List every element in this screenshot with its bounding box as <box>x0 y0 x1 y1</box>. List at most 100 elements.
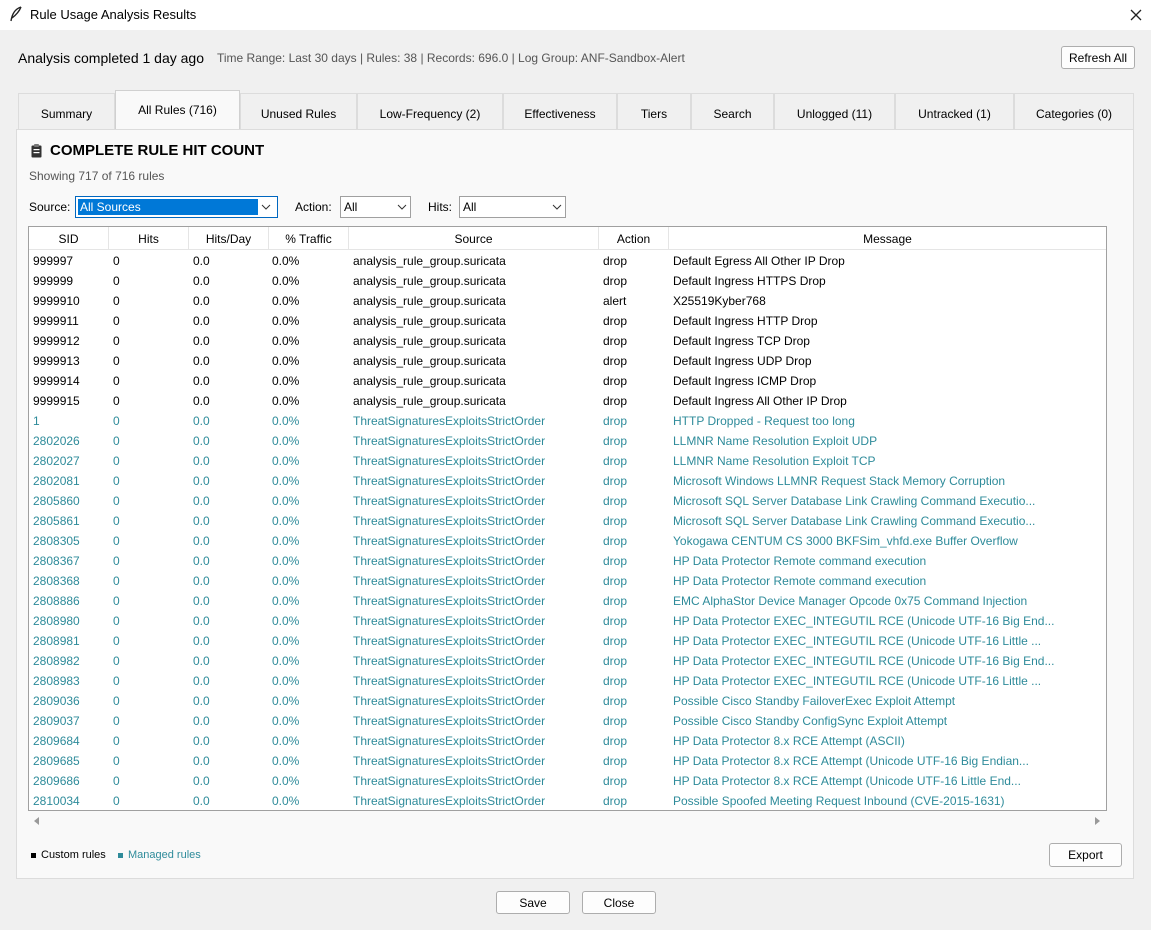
cell-hits-per-day: 0.0 <box>193 374 210 388</box>
table-row[interactable]: 999997 0 0.0 0.0% analysis_rule_group.surica… <box>29 251 1106 271</box>
rules-table[interactable]: SID Hits Hits/Day % Traffic Source Actio… <box>28 226 1107 811</box>
tab-untracked[interactable]: Untracked (1) <box>895 93 1014 129</box>
save-button[interactable]: Save <box>496 891 570 914</box>
table-row[interactable]: 2808980 0 0.0 0.0% ThreatSignaturesExploitsS… <box>29 611 1106 631</box>
window-close-button[interactable] <box>1120 0 1151 30</box>
tab-summary[interactable]: Summary <box>18 93 115 129</box>
cell-hits-per-day: 0.0 <box>193 674 210 688</box>
cell-source: ThreatSignaturesExploitsStrictOrder <box>353 514 546 528</box>
cell-action: drop <box>603 434 628 448</box>
cell-traffic: 0.0% <box>272 654 300 668</box>
export-button[interactable]: Export <box>1049 843 1122 867</box>
window-title: Rule Usage Analysis Results <box>30 7 197 22</box>
cell-sid: 2802081 <box>33 474 80 488</box>
column-header-hits-per-day[interactable]: Hits/Day <box>189 227 269 250</box>
scroll-right-icon[interactable] <box>1093 817 1101 825</box>
cell-action: drop <box>603 254 628 268</box>
table-row[interactable]: 9999915 0 0.0 0.0% analysis_rule_group.suric… <box>29 391 1106 411</box>
table-row[interactable]: 2808368 0 0.0 0.0% ThreatSignaturesExploitsS… <box>29 571 1106 591</box>
table-row[interactable]: 2809036 0 0.0 0.0% ThreatSignaturesExploitsS… <box>29 691 1106 711</box>
cell-hits-per-day: 0.0 <box>193 394 210 408</box>
cell-hits: 0 <box>113 494 120 508</box>
cell-sid: 2809036 <box>33 694 80 708</box>
cell-traffic: 0.0% <box>272 634 300 648</box>
cell-hits: 0 <box>113 474 120 488</box>
table-row[interactable]: 2808367 0 0.0 0.0% ThreatSignaturesExploitsS… <box>29 551 1106 571</box>
column-header-action[interactable]: Action <box>599 227 669 250</box>
analysis-meta: Time Range: Last 30 days | Rules: 38 | R… <box>217 51 685 65</box>
cell-source: ThreatSignaturesExploitsStrictOrder <box>353 434 546 448</box>
tab-search[interactable]: Search <box>691 93 774 129</box>
tab-categories[interactable]: Categories (0) <box>1014 93 1134 129</box>
tab-all-rules[interactable]: All Rules (716) <box>115 90 240 129</box>
table-row[interactable]: 2809684 0 0.0 0.0% ThreatSignaturesExploitsS… <box>29 731 1106 751</box>
cell-sid: 9999913 <box>33 354 80 368</box>
cell-source: ThreatSignaturesExploitsStrictOrder <box>353 414 546 428</box>
source-filter-select[interactable]: All Sources <box>75 196 278 218</box>
table-row[interactable]: 2802081 0 0.0 0.0% ThreatSignaturesExploitsS… <box>29 471 1106 491</box>
cell-hits-per-day: 0.0 <box>193 594 210 608</box>
table-row[interactable]: 9999910 0 0.0 0.0% analysis_rule_group.suric… <box>29 291 1106 311</box>
cell-action: drop <box>603 734 628 748</box>
column-header-message[interactable]: Message <box>669 227 1106 250</box>
hits-filter-select[interactable]: All <box>459 196 566 218</box>
refresh-all-button[interactable]: Refresh All <box>1061 46 1135 69</box>
table-row[interactable]: 2805860 0 0.0 0.0% ThreatSignaturesExploitsS… <box>29 491 1106 511</box>
table-row[interactable]: 2805861 0 0.0 0.0% ThreatSignaturesExploitsS… <box>29 511 1106 531</box>
table-row[interactable]: 2810034 0 0.0 0.0% ThreatSignaturesExploitsS… <box>29 791 1106 810</box>
cell-hits-per-day: 0.0 <box>193 354 210 368</box>
cell-sid: 2809686 <box>33 774 80 788</box>
cell-traffic: 0.0% <box>272 794 300 808</box>
legend-custom-label: Custom rules <box>41 849 106 861</box>
cell-hits: 0 <box>113 294 120 308</box>
cell-hits: 0 <box>113 274 120 288</box>
table-header: SID Hits Hits/Day % Traffic Source Actio… <box>29 227 1106 250</box>
action-filter-select[interactable]: All <box>340 196 411 218</box>
table-row[interactable]: 2808305 0 0.0 0.0% ThreatSignaturesExploitsS… <box>29 531 1106 551</box>
table-row[interactable]: 9999911 0 0.0 0.0% analysis_rule_group.suric… <box>29 311 1106 331</box>
table-row[interactable]: 2808983 0 0.0 0.0% ThreatSignaturesExploitsS… <box>29 671 1106 691</box>
table-row[interactable]: 2802027 0 0.0 0.0% ThreatSignaturesExploitsS… <box>29 451 1106 471</box>
close-button[interactable]: Close <box>582 891 656 914</box>
tab-effectiveness[interactable]: Effectiveness <box>503 93 617 129</box>
table-row[interactable]: 1 0 0.0 0.0% ThreatSignaturesExploitsStrictO… <box>29 411 1106 431</box>
cell-action: drop <box>603 654 628 668</box>
column-header-traffic[interactable]: % Traffic <box>269 227 349 250</box>
column-header-source[interactable]: Source <box>349 227 599 250</box>
table-row[interactable]: 9999912 0 0.0 0.0% analysis_rule_group.suric… <box>29 331 1106 351</box>
table-row[interactable]: 9999914 0 0.0 0.0% analysis_rule_group.suric… <box>29 371 1106 391</box>
table-row[interactable]: 2808982 0 0.0 0.0% ThreatSignaturesExploitsS… <box>29 651 1106 671</box>
tab-low-frequency[interactable]: Low-Frequency (2) <box>357 93 503 129</box>
cell-action: drop <box>603 474 628 488</box>
panel-heading: COMPLETE RULE HIT COUNT <box>31 142 264 159</box>
cell-hits: 0 <box>113 734 120 748</box>
table-row[interactable]: 2809037 0 0.0 0.0% ThreatSignaturesExploitsS… <box>29 711 1106 731</box>
tab-unlogged[interactable]: Unlogged (11) <box>774 93 895 129</box>
table-row[interactable]: 2808886 0 0.0 0.0% ThreatSignaturesExploitsS… <box>29 591 1106 611</box>
cell-sid: 9999914 <box>33 374 80 388</box>
column-header-sid[interactable]: SID <box>29 227 109 250</box>
cell-sid: 2808982 <box>33 654 80 668</box>
table-row[interactable]: 2809685 0 0.0 0.0% ThreatSignaturesExploitsS… <box>29 751 1106 771</box>
source-filter-value: All Sources <box>78 199 258 215</box>
cell-source: analysis_rule_group.suricata <box>353 274 506 288</box>
table-row[interactable]: 2809686 0 0.0 0.0% ThreatSignaturesExploitsS… <box>29 771 1106 791</box>
tab-tiers[interactable]: Tiers <box>617 93 691 129</box>
column-header-hits[interactable]: Hits <box>109 227 189 250</box>
tab-unused-rules[interactable]: Unused Rules <box>240 93 357 129</box>
table-row[interactable]: 9999913 0 0.0 0.0% analysis_rule_group.suric… <box>29 351 1106 371</box>
cell-message: Microsoft SQL Server Database Link Crawl… <box>673 494 1036 508</box>
cell-hits-per-day: 0.0 <box>193 514 210 528</box>
cell-action: drop <box>603 674 628 688</box>
scroll-left-icon[interactable] <box>33 817 41 825</box>
cell-sid: 2808980 <box>33 614 80 628</box>
cell-action: drop <box>603 274 628 288</box>
cell-sid: 2802026 <box>33 434 80 448</box>
table-row[interactable]: 999999 0 0.0 0.0% analysis_rule_group.surica… <box>29 271 1106 291</box>
cell-sid: 2808368 <box>33 574 80 588</box>
cell-sid: 2808367 <box>33 554 80 568</box>
table-row[interactable]: 2802026 0 0.0 0.0% ThreatSignaturesExploitsS… <box>29 431 1106 451</box>
rule-usage-window: Rule Usage Analysis Results Analysis com… <box>0 0 1151 930</box>
cell-hits: 0 <box>113 634 120 648</box>
table-row[interactable]: 2808981 0 0.0 0.0% ThreatSignaturesExploitsS… <box>29 631 1106 651</box>
